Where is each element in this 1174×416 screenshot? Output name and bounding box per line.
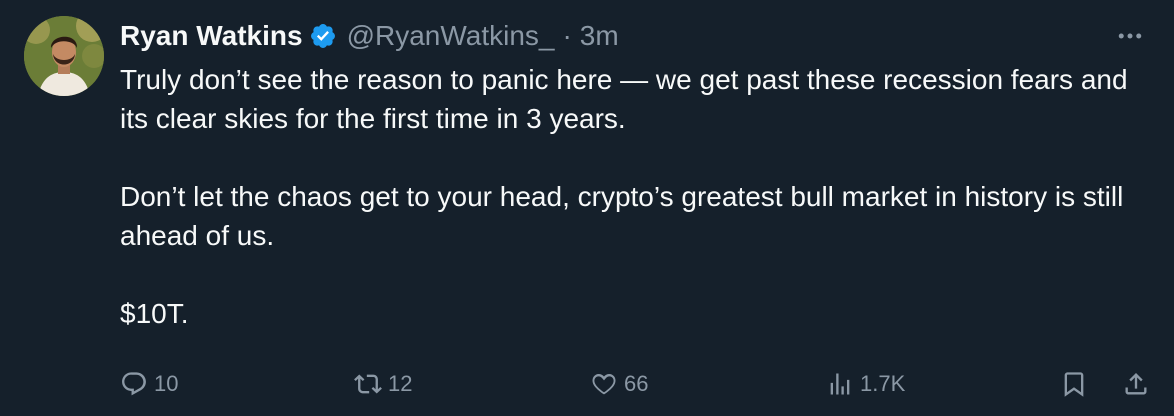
bookmark-button[interactable] (1060, 364, 1088, 404)
reply-icon (122, 372, 146, 396)
retweet-count: 12 (388, 371, 413, 396)
heart-icon (592, 374, 616, 395)
retweet-icon (354, 374, 382, 394)
avatar-image (24, 16, 104, 96)
reply-button[interactable]: 10 (120, 364, 178, 404)
retweet-button[interactable]: 12 (354, 364, 412, 404)
tweet-text: Truly don’t see the reason to panic here… (120, 60, 1160, 333)
like-button[interactable]: 66 (590, 364, 648, 404)
more-horizontal-icon (1118, 33, 1142, 39)
tweet-timestamp[interactable]: 3m (580, 20, 619, 52)
author-handle[interactable]: @RyanWatkins_ (347, 20, 555, 52)
share-button[interactable] (1122, 364, 1150, 404)
avatar[interactable] (24, 16, 104, 96)
bookmark-icon (1064, 372, 1084, 397)
tweet-header: Ryan Watkins @RyanWatkins_ · 3m (120, 16, 619, 56)
separator-dot: · (562, 20, 572, 51)
share-icon (1125, 373, 1147, 395)
reply-count: 10 (154, 371, 179, 396)
views-bar-chart-icon (830, 373, 850, 395)
views-count: 1.7K (860, 371, 906, 396)
tweet: Ryan Watkins @RyanWatkins_ · 3m Truly do… (0, 0, 1174, 416)
like-count: 66 (624, 371, 649, 396)
tweet-paragraph: $10T. (120, 298, 189, 329)
views-button[interactable]: 1.7K (826, 364, 905, 404)
tweet-actions: 10 12 66 1.7K (120, 364, 1160, 404)
tweet-paragraph: Don’t let the chaos get to your head, cr… (120, 181, 1124, 251)
more-options-button[interactable] (1110, 20, 1150, 52)
author-name[interactable]: Ryan Watkins (120, 20, 303, 52)
tweet-paragraph: Truly don’t see the reason to panic here… (120, 64, 1128, 134)
verified-badge-icon (309, 22, 337, 50)
